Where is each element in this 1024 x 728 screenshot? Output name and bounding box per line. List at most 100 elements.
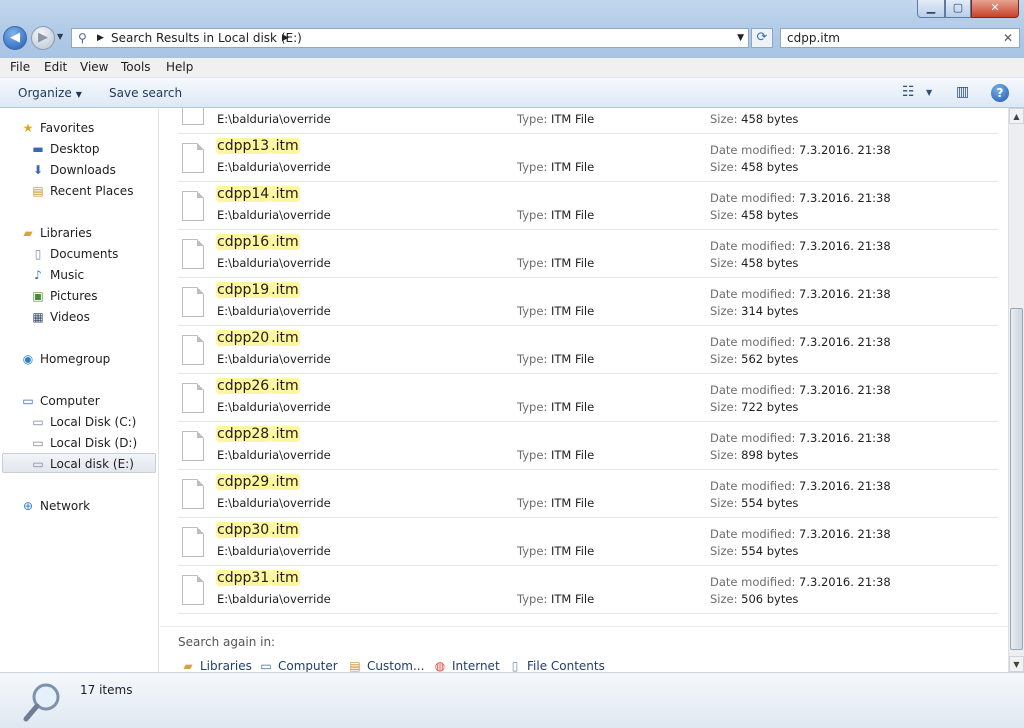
menu-view[interactable]: View [80,60,108,74]
file-name[interactable]: cdpp19 .itm [216,282,300,298]
drive-icon: ▭ [32,457,44,471]
size-label: Size: [710,304,738,318]
vertical-scrollbar[interactable]: ▲ ▼ [1008,108,1024,672]
view-options-icon[interactable]: ☷ [902,84,915,100]
file-name[interactable]: cdpp26 .itm [216,378,300,394]
nav-music[interactable]: ♪ Music [30,265,84,285]
nav-recent-places[interactable]: ▤ Recent Places [30,181,133,201]
file-name[interactable]: cdpp29 .itm [216,474,300,490]
date-value: 7.3.2016. 21:38 [799,527,891,541]
result-row[interactable]: cdpp20 .itm E:\balduria\override Type: ITM … [178,326,998,374]
back-button[interactable]: ◀ [3,26,27,50]
nav-network[interactable]: ⊕ Network [20,496,90,516]
result-row[interactable]: cdpp26 .itm E:\balduria\override Type: ITM … [178,374,998,422]
address-bar[interactable]: ⚲ ▶ Search Results in Local disk (E:) ▶ … [71,28,749,48]
result-row[interactable]: cdpp13 .itm E:\balduria\override Type: ITM … [178,134,998,182]
nav-downloads[interactable]: ⬇ Downloads [30,160,116,180]
file-name[interactable]: cdpp14 .itm [216,186,300,202]
file-date: Date modified: 7.3.2016. 21:38 [710,287,891,301]
nav-desktop[interactable]: ▬ Desktop [30,139,99,159]
nav-libraries[interactable]: ▰ Libraries [20,223,91,243]
file-name[interactable]: cdpp28 .itm [216,426,300,442]
file-icon [182,431,204,461]
file-name[interactable]: cdpp30 .itm [216,522,300,538]
result-row[interactable]: cdpp.itmE:\balduria\overrideType: ITM Fi… [178,108,998,134]
menu-tools[interactable]: Tools [121,60,151,74]
breadcrumb-arrow-icon[interactable]: ▶ [282,29,289,47]
nav-local-disk-d[interactable]: ▭ Local Disk (D:) [30,433,137,453]
chevron-down-icon[interactable]: ▼ [737,29,744,47]
size-value: 562 bytes [741,352,799,366]
result-row[interactable]: cdpp28 .itm E:\balduria\override Type: ITM … [178,422,998,470]
nav-local-disk-e[interactable]: ▭ Local disk (E:) [2,453,156,473]
type-label: Type: [517,256,548,270]
search-again-internet[interactable]: ◍ Internet [432,659,500,672]
save-search-button[interactable]: Save search [109,86,182,100]
type-label: Type: [517,496,548,510]
result-row[interactable]: cdpp14 .itm E:\balduria\override Type: ITM … [178,182,998,230]
date-value: 7.3.2016. 21:38 [799,431,891,445]
nav-label: Local Disk (C:) [50,415,137,429]
size-value: 314 bytes [741,304,799,318]
nav-computer[interactable]: ▭ Computer [20,391,100,411]
file-path: E:\balduria\override [217,544,331,558]
date-label: Date modified: [710,239,796,253]
file-name[interactable]: cdpp20 .itm [216,330,300,346]
forward-button[interactable]: ▶ [31,26,55,50]
nav-pictures[interactable]: ▣ Pictures [30,286,98,306]
close-button[interactable]: ✕ [971,0,1019,18]
nav-label: Computer [40,394,100,408]
search-again-custom[interactable]: ▤ Custom... [347,659,424,672]
preview-pane-icon[interactable]: ▥ [956,84,969,100]
maximize-button[interactable]: ▢ [945,0,971,18]
nav-documents[interactable]: ▯ Documents [30,244,119,264]
result-row[interactable]: cdpp16 .itm E:\balduria\override Type: ITM … [178,230,998,278]
breadcrumb-arrow-icon[interactable]: ▶ [97,29,104,47]
nav-local-disk-c[interactable]: ▭ Local Disk (C:) [30,412,136,432]
search-again-computer[interactable]: ▭ Computer [258,659,337,672]
desktop-icon: ▬ [32,142,44,156]
nav-homegroup[interactable]: ◉ Homegroup [20,349,111,369]
file-name[interactable]: cdpp31 .itm [216,570,300,586]
drive-icon: ▭ [32,436,44,450]
result-row[interactable]: cdpp29 .itm E:\balduria\override Type: ITM … [178,470,998,518]
menu-help[interactable]: Help [166,60,193,74]
nav-label: Pictures [50,289,98,303]
refresh-button[interactable]: ⟳ [751,28,773,48]
search-again-libraries[interactable]: ▰ Libraries [180,659,252,672]
help-icon[interactable]: ? [991,84,1009,102]
recent-pages-dropdown[interactable]: ▼ [57,32,63,41]
file-path: E:\balduria\override [217,400,331,414]
menu-edit[interactable]: Edit [44,60,67,74]
type-label: Type: [517,544,548,558]
date-value: 7.3.2016. 21:38 [799,335,891,349]
result-row[interactable]: cdpp31 .itm E:\balduria\override Type: ITM … [178,566,998,614]
search-again-file-contents[interactable]: ▯ File Contents [507,659,605,672]
file-name-ext: .itm [270,426,300,442]
scroll-down-button[interactable]: ▼ [1009,656,1024,672]
close-icon[interactable]: ✕ [1003,29,1013,47]
nav-favorites[interactable]: ★ Favorites [20,118,95,138]
size-value: 554 bytes [741,544,799,558]
breadcrumb-path[interactable]: Search Results in Local disk (E:) [111,29,302,47]
star-icon: ★ [22,121,34,135]
minimize-button[interactable]: ▁ [917,0,945,18]
file-name-ext: .itm [270,234,300,250]
result-row[interactable]: cdpp30 .itm E:\balduria\override Type: ITM … [178,518,998,566]
file-name[interactable]: cdpp16 .itm [216,234,300,250]
organize-button[interactable]: Organize ▼ [18,86,82,100]
result-row[interactable]: cdpp19 .itm E:\balduria\override Type: ITM … [178,278,998,326]
nav-videos[interactable]: ▦ Videos [30,307,90,327]
search-input[interactable]: cdpp.itm ✕ [780,28,1020,48]
size-value: 506 bytes [741,592,799,606]
downloads-icon: ⬇ [32,163,44,177]
file-name-ext: .itm [270,138,300,154]
chevron-down-icon[interactable]: ▼ [926,88,932,97]
size-label: Size: [710,112,738,126]
menu-file[interactable]: File [10,60,30,74]
file-name[interactable]: cdpp13 .itm [216,138,300,154]
scroll-thumb[interactable] [1010,308,1023,650]
search-again-label: Libraries [200,659,252,672]
documents-icon: ▯ [34,247,42,261]
scroll-up-button[interactable]: ▲ [1009,108,1024,124]
